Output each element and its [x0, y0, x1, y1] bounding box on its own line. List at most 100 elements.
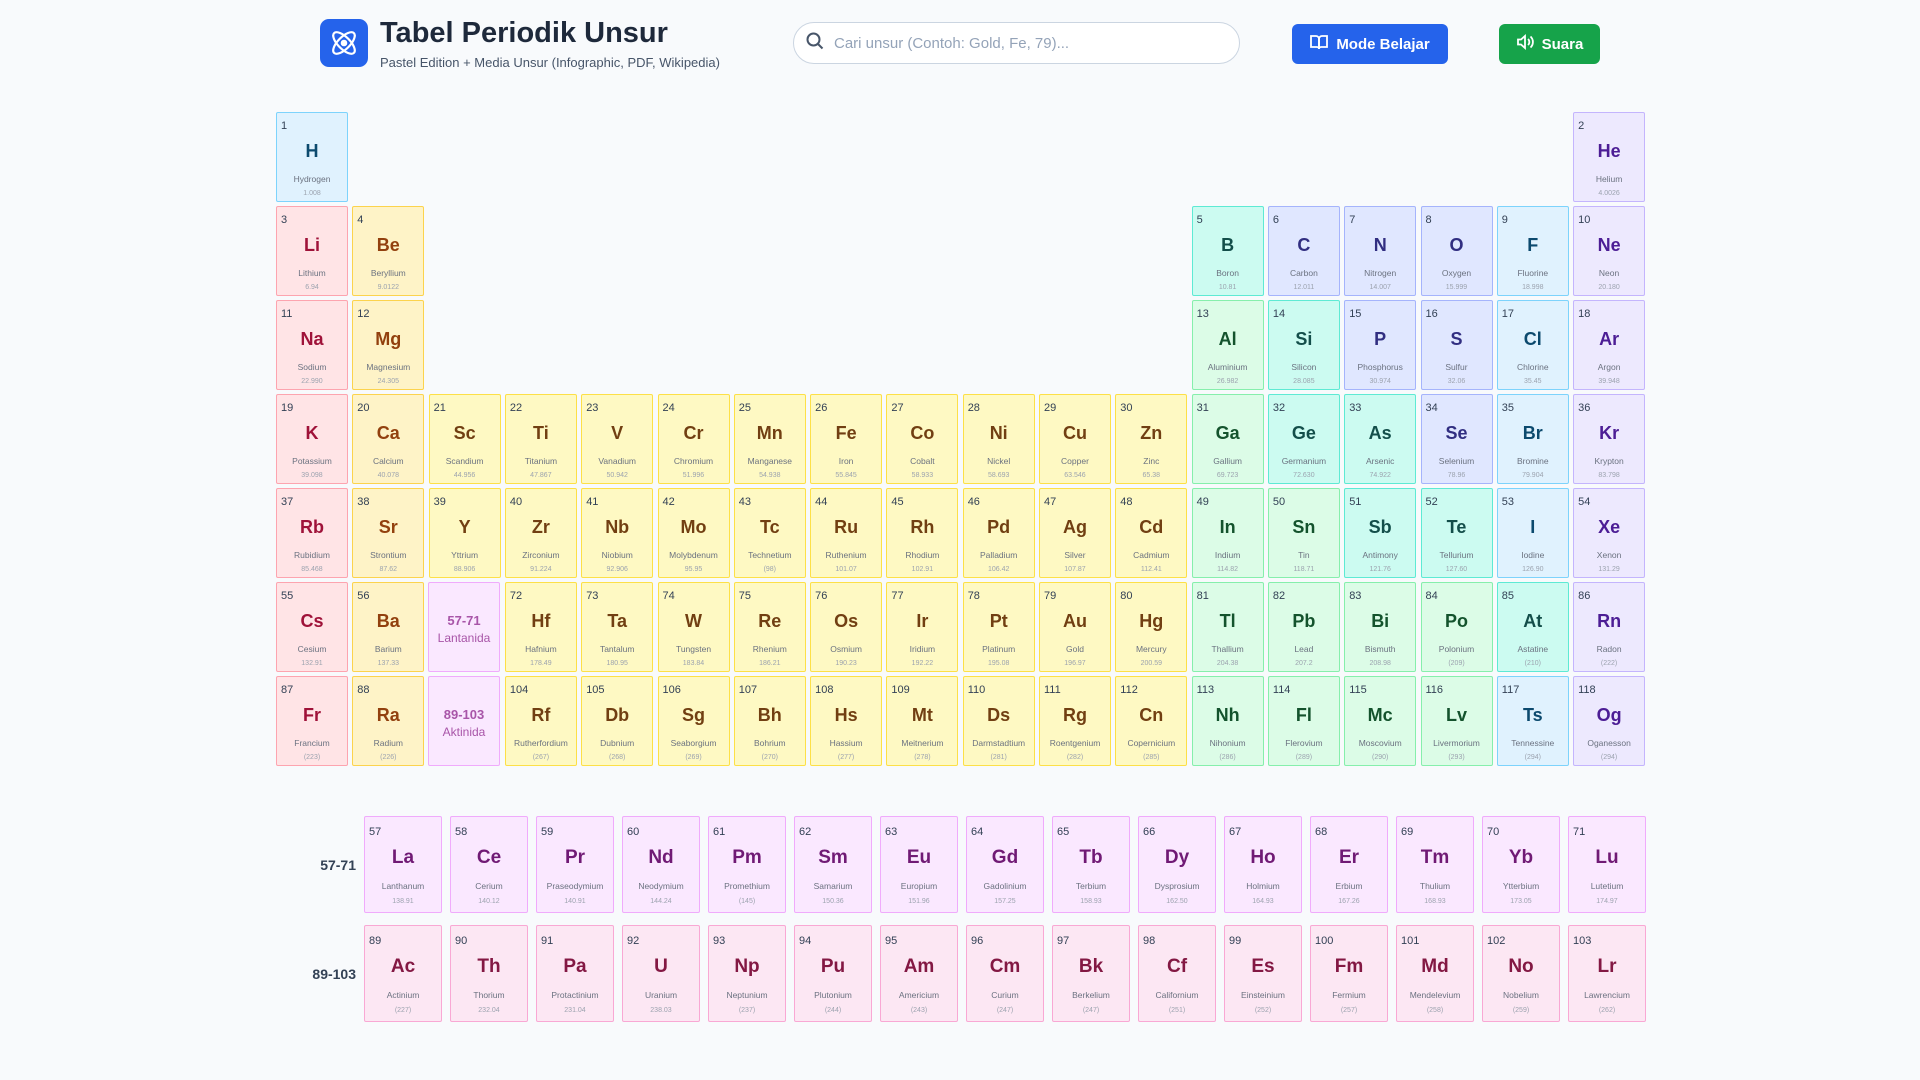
element-cell-tb[interactable]: 65 Tb Terbium 158.93 — [1052, 816, 1130, 913]
element-cell-al[interactable]: 13 Al Aluminium 26.982 — [1191, 300, 1264, 390]
element-cell-u[interactable]: 92 U Uranium 238.03 — [622, 925, 700, 1022]
element-cell-po[interactable]: 84 Po Polonium (209) — [1420, 582, 1493, 672]
element-cell-ho[interactable]: 67 Ho Holmium 164.93 — [1224, 816, 1302, 913]
element-cell-in[interactable]: 49 In Indium 114.82 — [1191, 488, 1264, 578]
element-cell-sr[interactable]: 38 Sr Strontium 87.62 — [352, 488, 425, 578]
element-cell-np[interactable]: 93 Np Neptunium (237) — [708, 925, 786, 1022]
element-cell-mc[interactable]: 115 Mc Moscovium (290) — [1344, 676, 1417, 766]
element-cell-sb[interactable]: 51 Sb Antimony 121.76 — [1344, 488, 1417, 578]
actinide-placeholder[interactable]: 89-103 Aktinida — [428, 676, 500, 766]
element-cell-dy[interactable]: 66 Dy Dysprosium 162.50 — [1138, 816, 1216, 913]
element-cell-db[interactable]: 105 Db Dubnium (268) — [581, 676, 654, 766]
element-cell-li[interactable]: 3 Li Lithium 6.94 — [276, 206, 348, 296]
element-cell-h[interactable]: 1 H Hydrogen 1.008 — [276, 112, 348, 202]
element-cell-br[interactable]: 35 Br Bromine 79.904 — [1496, 394, 1569, 484]
element-cell-c[interactable]: 6 C Carbon 12.011 — [1267, 206, 1340, 296]
element-cell-ba[interactable]: 56 Ba Barium 137.33 — [352, 582, 425, 672]
element-cell-ne[interactable]: 10 Ne Neon 20.180 — [1573, 206, 1646, 296]
element-cell-lr[interactable]: 103 Lr Lawrencium (262) — [1568, 925, 1646, 1022]
sound-button[interactable]: Suara — [1499, 24, 1600, 64]
element-cell-i[interactable]: 53 I Iodine 126.90 — [1496, 488, 1569, 578]
element-cell-f[interactable]: 9 F Fluorine 18.998 — [1496, 206, 1569, 296]
element-cell-cu[interactable]: 29 Cu Copper 63.546 — [1039, 394, 1111, 484]
element-cell-pt[interactable]: 78 Pt Platinum 195.08 — [962, 582, 1035, 672]
element-cell-ga[interactable]: 31 Ga Gallium 69.723 — [1191, 394, 1264, 484]
element-cell-rb[interactable]: 37 Rb Rubidium 85.468 — [276, 488, 348, 578]
element-cell-pu[interactable]: 94 Pu Plutonium (244) — [794, 925, 872, 1022]
element-cell-s[interactable]: 16 S Sulfur 32.06 — [1420, 300, 1493, 390]
element-cell-te[interactable]: 52 Te Tellurium 127.60 — [1420, 488, 1493, 578]
element-cell-pa[interactable]: 91 Pa Protactinium 231.04 — [536, 925, 614, 1022]
search-box[interactable] — [793, 22, 1240, 64]
element-cell-cr[interactable]: 24 Cr Chromium 51.996 — [657, 394, 730, 484]
element-cell-tl[interactable]: 81 Tl Thallium 204.38 — [1191, 582, 1264, 672]
element-cell-ti[interactable]: 22 Ti Titanium 47.867 — [504, 394, 577, 484]
element-cell-ru[interactable]: 44 Ru Ruthenium 101.07 — [810, 488, 883, 578]
element-cell-tm[interactable]: 69 Tm Thulium 168.93 — [1396, 816, 1474, 913]
element-cell-v[interactable]: 23 V Vanadium 50.942 — [581, 394, 654, 484]
element-cell-hs[interactable]: 108 Hs Hassium (277) — [810, 676, 883, 766]
element-cell-ar[interactable]: 18 Ar Argon 39.948 — [1573, 300, 1646, 390]
element-cell-bk[interactable]: 97 Bk Berkelium (247) — [1052, 925, 1130, 1022]
element-cell-cm[interactable]: 96 Cm Curium (247) — [966, 925, 1044, 1022]
element-cell-pb[interactable]: 82 Pb Lead 207.2 — [1267, 582, 1340, 672]
element-cell-zn[interactable]: 30 Zn Zinc 65.38 — [1115, 394, 1188, 484]
element-cell-re[interactable]: 75 Re Rhenium 186.21 — [733, 582, 806, 672]
element-cell-th[interactable]: 90 Th Thorium 232.04 — [450, 925, 528, 1022]
element-cell-mt[interactable]: 109 Mt Meitnerium (278) — [886, 676, 959, 766]
element-cell-fe[interactable]: 26 Fe Iron 55.845 — [810, 394, 883, 484]
element-cell-ag[interactable]: 47 Ag Silver 107.87 — [1039, 488, 1111, 578]
element-cell-os[interactable]: 76 Os Osmium 190.23 — [810, 582, 883, 672]
element-cell-pm[interactable]: 61 Pm Promethium (145) — [708, 816, 786, 913]
element-cell-co[interactable]: 27 Co Cobalt 58.933 — [886, 394, 959, 484]
element-cell-w[interactable]: 74 W Tungsten 183.84 — [657, 582, 730, 672]
element-cell-cd[interactable]: 48 Cd Cadmium 112.41 — [1115, 488, 1188, 578]
element-cell-at[interactable]: 85 At Astatine (210) — [1496, 582, 1569, 672]
element-cell-ts[interactable]: 117 Ts Tennessine (294) — [1496, 676, 1569, 766]
element-cell-y[interactable]: 39 Y Yttrium 88.906 — [428, 488, 501, 578]
element-cell-nd[interactable]: 60 Nd Neodymium 144.24 — [622, 816, 700, 913]
element-cell-cf[interactable]: 98 Cf Californium (251) — [1138, 925, 1216, 1022]
element-cell-fm[interactable]: 100 Fm Fermium (257) — [1310, 925, 1388, 1022]
element-cell-as[interactable]: 33 As Arsenic 74.922 — [1344, 394, 1417, 484]
element-cell-be[interactable]: 4 Be Beryllium 9.0122 — [352, 206, 425, 296]
element-cell-am[interactable]: 95 Am Americium (243) — [880, 925, 958, 1022]
element-cell-sc[interactable]: 21 Sc Scandium 44.956 — [428, 394, 501, 484]
element-cell-bh[interactable]: 107 Bh Bohrium (270) — [733, 676, 806, 766]
element-cell-er[interactable]: 68 Er Erbium 167.26 — [1310, 816, 1388, 913]
element-cell-ra[interactable]: 88 Ra Radium (226) — [352, 676, 425, 766]
lanthanide-placeholder[interactable]: 57-71 Lantanida — [428, 582, 500, 672]
element-cell-cn[interactable]: 112 Cn Copernicium (285) — [1115, 676, 1188, 766]
element-cell-sm[interactable]: 62 Sm Samarium 150.36 — [794, 816, 872, 913]
element-cell-xe[interactable]: 54 Xe Xenon 131.29 — [1573, 488, 1646, 578]
element-cell-rh[interactable]: 45 Rh Rhodium 102.91 — [886, 488, 959, 578]
element-cell-o[interactable]: 8 O Oxygen 15.999 — [1420, 206, 1493, 296]
element-cell-zr[interactable]: 40 Zr Zirconium 91.224 — [504, 488, 577, 578]
element-cell-ta[interactable]: 73 Ta Tantalum 180.95 — [581, 582, 654, 672]
element-cell-ac[interactable]: 89 Ac Actinium (227) — [364, 925, 442, 1022]
search-input[interactable] — [834, 34, 1214, 52]
element-cell-no[interactable]: 102 No Nobelium (259) — [1482, 925, 1560, 1022]
element-cell-bi[interactable]: 83 Bi Bismuth 208.98 — [1344, 582, 1417, 672]
element-cell-nb[interactable]: 41 Nb Niobium 92.906 — [581, 488, 654, 578]
element-cell-au[interactable]: 79 Au Gold 196.97 — [1039, 582, 1111, 672]
element-cell-sg[interactable]: 106 Sg Seaborgium (269) — [657, 676, 730, 766]
element-cell-hf[interactable]: 72 Hf Hafnium 178.49 — [504, 582, 577, 672]
element-cell-kr[interactable]: 36 Kr Krypton 83.798 — [1573, 394, 1646, 484]
element-cell-lu[interactable]: 71 Lu Lutetium 174.97 — [1568, 816, 1646, 913]
element-cell-es[interactable]: 99 Es Einsteinium (252) — [1224, 925, 1302, 1022]
element-cell-nh[interactable]: 113 Nh Nihonium (286) — [1191, 676, 1264, 766]
element-cell-gd[interactable]: 64 Gd Gadolinium 157.25 — [966, 816, 1044, 913]
element-cell-tc[interactable]: 43 Tc Technetium (98) — [733, 488, 806, 578]
element-cell-fr[interactable]: 87 Fr Francium (223) — [276, 676, 348, 766]
element-cell-rf[interactable]: 104 Rf Rutherfordium (267) — [504, 676, 577, 766]
element-cell-mo[interactable]: 42 Mo Molybdenum 95.95 — [657, 488, 730, 578]
element-cell-ca[interactable]: 20 Ca Calcium 40.078 — [352, 394, 425, 484]
learn-mode-button[interactable]: Mode Belajar — [1292, 24, 1448, 64]
element-cell-rn[interactable]: 86 Rn Radon (222) — [1573, 582, 1646, 672]
element-cell-ge[interactable]: 32 Ge Germanium 72.630 — [1267, 394, 1340, 484]
element-cell-fl[interactable]: 114 Fl Flerovium (289) — [1267, 676, 1340, 766]
element-cell-na[interactable]: 11 Na Sodium 22.990 — [276, 300, 348, 390]
element-cell-rg[interactable]: 111 Rg Roentgenium (282) — [1039, 676, 1111, 766]
element-cell-hg[interactable]: 80 Hg Mercury 200.59 — [1115, 582, 1188, 672]
